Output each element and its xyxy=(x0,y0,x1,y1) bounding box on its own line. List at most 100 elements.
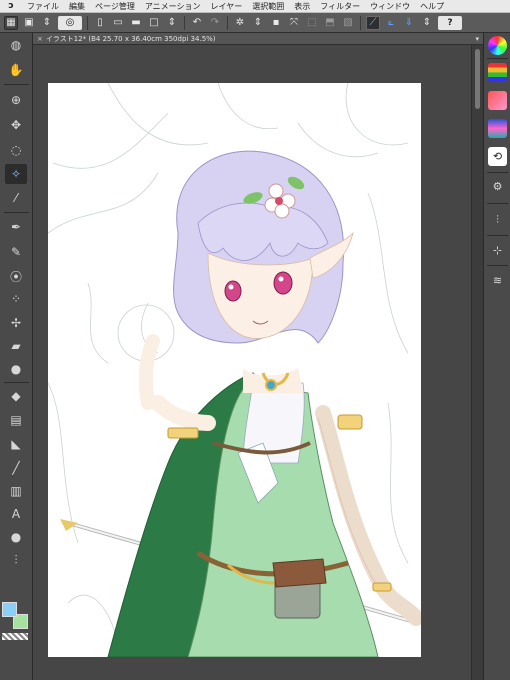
balloon-icon[interactable]: ● xyxy=(5,527,27,547)
snap-special-ruler-icon[interactable]: ⟀ xyxy=(384,16,398,30)
auto-select-icon[interactable]: ✧ xyxy=(5,164,27,184)
layer-icon[interactable]: ≋ xyxy=(488,271,507,290)
zoom-icon[interactable]: ◍ xyxy=(5,35,27,55)
color-slider-icon[interactable] xyxy=(488,63,507,82)
fill-icon[interactable]: ▪ xyxy=(269,16,283,30)
canvas-tab-title: イラスト12* (B4 25.70 x 36.40cm 350dpi 34.5%… xyxy=(45,34,216,43)
brush-icon[interactable]: ⦿ xyxy=(5,266,27,286)
tool-property-icon[interactable]: ⚙ xyxy=(488,177,507,196)
text-icon[interactable]: A xyxy=(5,504,27,524)
canvas-workspace[interactable] xyxy=(33,45,483,680)
menu-edit[interactable]: 編集 xyxy=(64,0,90,13)
similar-color-icon[interactable]: ⟲ xyxy=(488,147,507,166)
figure-icon[interactable]: ◣ xyxy=(5,434,27,454)
clip-studio-window: ↄ ファイル 編集 ページ管理 アニメーション レイヤー 選択範囲 表示 フィル… xyxy=(0,0,510,680)
stepper-icon[interactable]: ⇕ xyxy=(40,16,54,30)
menu-window[interactable]: ウィンドウ xyxy=(365,0,415,13)
frame-icon[interactable]: ▥ xyxy=(5,481,27,501)
divider xyxy=(4,84,29,85)
eye-highlight xyxy=(228,284,234,290)
lasso-icon[interactable]: ◌ xyxy=(5,140,27,160)
pencil-icon[interactable]: ✎ xyxy=(5,242,27,262)
menu-bar: ↄ ファイル 編集 ページ管理 アニメーション レイヤー 選択範囲 表示 フィル… xyxy=(0,0,510,13)
tool-palette: ◍ ✋ ⊕ ✥ ◌ ✧ ⁄ ✒ ✎ ⦿ ⁘ ✢ ▰ ● ◆ ▤ ◣ ╱ ▥ A … xyxy=(0,33,33,680)
scroll-thumb[interactable] xyxy=(475,49,480,109)
tab-menu-icon[interactable]: ▾ xyxy=(475,33,479,45)
eraser-icon[interactable]: ▰ xyxy=(5,336,27,356)
stepper-4-icon[interactable]: ⇕ xyxy=(420,16,434,30)
transform-icon[interactable]: ⤧ xyxy=(287,16,301,30)
drawing-canvas[interactable] xyxy=(48,83,421,657)
zoom-tool-icon[interactable]: ⊕ xyxy=(5,90,27,110)
divider xyxy=(487,203,508,204)
separator xyxy=(227,15,228,30)
airbrush-icon[interactable]: ⁘ xyxy=(5,289,27,309)
ruler-icon[interactable]: ╱ xyxy=(5,458,27,478)
divider xyxy=(487,235,508,236)
wrist-band xyxy=(372,582,392,592)
close-tab-icon[interactable]: × xyxy=(37,35,43,43)
clip-studio-icon[interactable]: ◎ xyxy=(58,15,82,30)
divider xyxy=(4,212,29,213)
decoration-icon[interactable]: ✢ xyxy=(5,313,27,333)
menu-file[interactable]: ファイル xyxy=(22,0,64,13)
menu-animation[interactable]: アニメーション xyxy=(140,0,206,13)
undo-icon[interactable]: ↶ xyxy=(190,16,204,30)
canvas-scrollbar[interactable] xyxy=(471,45,483,680)
snap-grid-icon[interactable]: ⇓ xyxy=(402,16,416,30)
crop-icon[interactable]: ⬒ xyxy=(323,16,337,30)
menu-view[interactable]: 表示 xyxy=(289,0,315,13)
left-hand xyxy=(138,334,160,410)
divider xyxy=(487,172,508,173)
fill-tool-icon[interactable]: ◆ xyxy=(5,386,27,406)
right-eye xyxy=(273,271,293,295)
gradient-icon[interactable]: ▤ xyxy=(5,410,27,430)
redo-icon[interactable]: ↷ xyxy=(208,16,222,30)
canvas-tab-bar: × イラスト12* (B4 25.70 x 36.40cm 350dpi 34.… xyxy=(33,33,483,45)
open-folder-icon[interactable]: ▭ xyxy=(111,16,125,30)
grid-menu-icon[interactable]: ▦ xyxy=(4,15,18,30)
separator xyxy=(360,15,361,30)
white-square-icon[interactable]: □ xyxy=(147,16,161,30)
navigator-icon[interactable]: ⊹ xyxy=(488,241,507,260)
eyedropper-icon[interactable]: ⁄ xyxy=(5,188,27,208)
menu-page[interactable]: ページ管理 xyxy=(90,0,140,13)
left-eye xyxy=(224,280,242,302)
canvas-tab[interactable]: × イラスト12* (B4 25.70 x 36.40cm 350dpi 34.… xyxy=(33,33,220,45)
pouch-flap xyxy=(272,558,327,588)
stepper-2-icon[interactable]: ⇕ xyxy=(165,16,179,30)
artwork xyxy=(48,83,421,657)
separator xyxy=(87,15,88,30)
stepper-3-icon[interactable]: ⇕ xyxy=(251,16,265,30)
correct-line-icon[interactable]: ⫶ xyxy=(5,550,27,570)
move-icon[interactable]: ✥ xyxy=(5,115,27,135)
help-button[interactable]: ? xyxy=(438,15,462,30)
blend-icon[interactable]: ● xyxy=(5,359,27,379)
main-color-swatch[interactable] xyxy=(2,602,17,617)
necklace-gem xyxy=(265,379,277,391)
brush-size-icon[interactable]: ⫶ xyxy=(488,210,507,229)
menu-filter[interactable]: フィルター xyxy=(315,0,365,13)
save-icon[interactable]: ▬ xyxy=(129,16,143,30)
palette-dock: ⟲ ⚙ ⫶ ⊹ ≋ xyxy=(483,33,510,680)
intermediate-color-icon[interactable] xyxy=(488,119,507,138)
menu-layer[interactable]: レイヤー xyxy=(206,0,248,13)
color-wheel-icon[interactable] xyxy=(488,36,507,55)
pen-icon[interactable]: ✒ xyxy=(5,217,27,237)
deselect-icon[interactable]: ⬚ xyxy=(305,16,319,30)
divider xyxy=(4,382,29,383)
snap-ruler-icon[interactable]: ⟋ xyxy=(366,15,380,30)
clear-icon[interactable]: ✲ xyxy=(233,16,247,30)
left-bracelet xyxy=(167,427,199,439)
new-file-icon[interactable]: ▯ xyxy=(93,16,107,30)
divider xyxy=(487,58,508,59)
color-set-icon[interactable] xyxy=(488,91,507,110)
transparent-color-swatch[interactable] xyxy=(2,633,28,640)
app-logo-icon[interactable]: ↄ xyxy=(0,0,22,13)
menu-help[interactable]: ヘルプ xyxy=(415,0,449,13)
menu-selection[interactable]: 選択範囲 xyxy=(247,0,289,13)
invert-selection-icon[interactable]: ▧ xyxy=(341,16,355,30)
hand-icon[interactable]: ✋ xyxy=(5,60,27,80)
open-window-icon[interactable]: ▣ xyxy=(22,16,36,30)
separator xyxy=(184,15,185,30)
